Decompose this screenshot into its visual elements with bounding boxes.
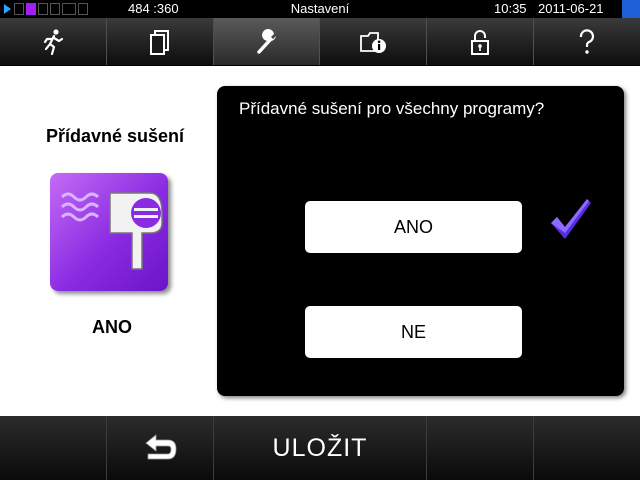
bottom-empty-left [0, 416, 107, 480]
dialog-question: Přídavné sušení pro všechny programy? [239, 99, 545, 118]
checkmark-icon [551, 199, 591, 239]
main-tab-bar [0, 18, 640, 66]
hair-dryer-icon [50, 173, 168, 291]
question-mark-icon [579, 28, 595, 54]
running-man-icon [43, 28, 64, 55]
unlocked-padlock-icon [471, 29, 490, 55]
corner-indicator[interactable] [622, 0, 640, 18]
bottom-empty-right2 [534, 416, 640, 480]
folder-info-icon [360, 31, 387, 53]
clock-date: 2011-06-21 [538, 1, 604, 16]
setting-title: Přídavné sušení [45, 126, 185, 146]
choice-dialog: Přídavné sušení pro všechny programy? AN… [217, 86, 624, 396]
tab-settings[interactable] [213, 18, 321, 65]
setting-value: ANO [92, 317, 132, 337]
no-button[interactable]: NE [305, 306, 522, 358]
back-arrow-icon [145, 434, 177, 460]
save-button[interactable]: ULOŽIT [214, 416, 427, 480]
tab-programs[interactable] [0, 18, 107, 65]
bottom-empty-right1 [427, 416, 534, 480]
documents-icon [149, 29, 169, 55]
tab-documents[interactable] [107, 18, 214, 65]
clock-time: 10:35 [494, 1, 527, 16]
bottom-bar: ULOŽIT [0, 416, 640, 480]
tab-info[interactable] [320, 18, 428, 65]
tab-login[interactable] [427, 18, 535, 65]
yes-button[interactable]: ANO [305, 201, 522, 253]
status-bar: 484 :360 Nastavení 10:35 2011-06-21 [0, 0, 640, 18]
back-button[interactable] [107, 416, 214, 480]
wrench-icon [256, 28, 276, 54]
tab-help[interactable] [534, 18, 640, 65]
